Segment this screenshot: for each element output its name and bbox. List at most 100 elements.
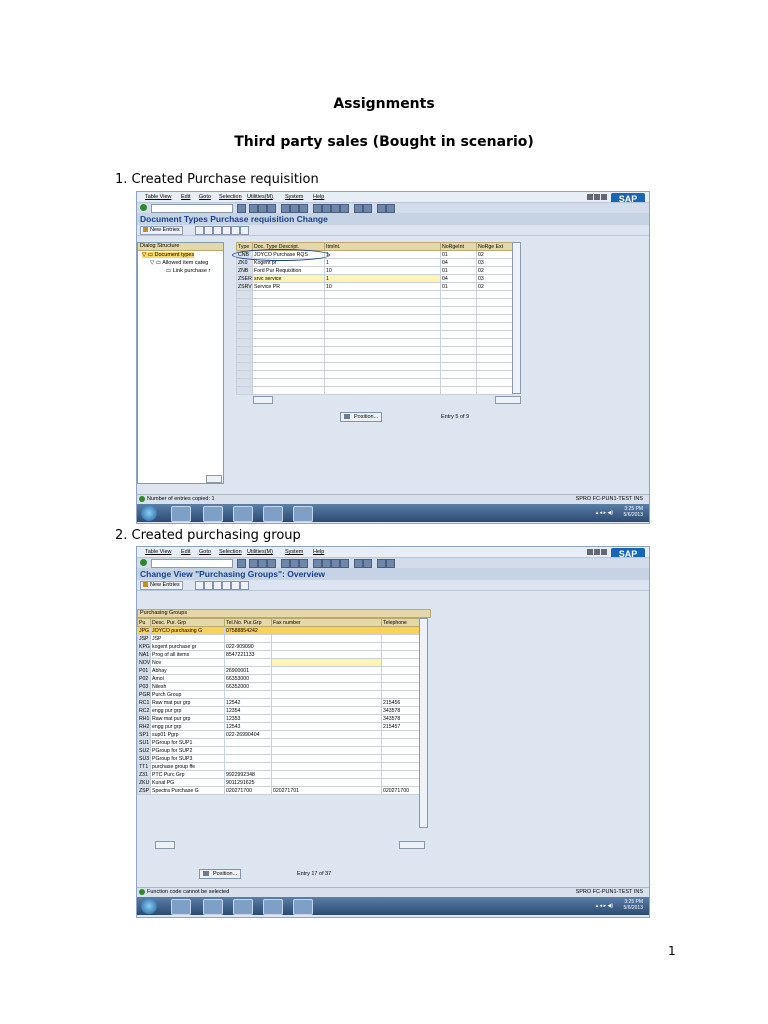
table-row[interactable]: KPG kogent purchase gr 022-909090 xyxy=(137,642,420,651)
table-cell[interactable]: 9922992348 xyxy=(224,770,272,779)
table-cell[interactable] xyxy=(440,314,477,323)
table-vertical-scrollbar[interactable] xyxy=(512,242,521,394)
table-cell[interactable] xyxy=(271,714,382,723)
table-cell[interactable] xyxy=(440,306,477,315)
table-cell[interactable] xyxy=(271,738,382,747)
cancel-icon[interactable] xyxy=(267,559,276,568)
select-all-icon[interactable] xyxy=(222,226,231,235)
table-cell[interactable]: 66353000 xyxy=(224,674,272,683)
undo-icon[interactable] xyxy=(213,226,222,235)
back-icon[interactable] xyxy=(249,204,258,213)
table-cell[interactable]: Abhay xyxy=(150,666,225,675)
table-cell[interactable]: SU2 xyxy=(137,746,151,755)
save-icon[interactable] xyxy=(237,204,246,213)
table-cell[interactable] xyxy=(271,650,382,659)
table-cell[interactable] xyxy=(381,690,420,699)
table-cell[interactable] xyxy=(476,290,513,299)
table-cell[interactable]: 01 xyxy=(440,282,477,291)
table-cell[interactable]: engg pur grp xyxy=(150,706,225,715)
table-cell[interactable] xyxy=(252,386,325,395)
table-row[interactable]: PGR Purch Group xyxy=(137,690,420,699)
table-cell[interactable]: 03 xyxy=(476,258,513,267)
table-cell[interactable] xyxy=(324,354,441,363)
table-cell[interactable] xyxy=(271,698,382,707)
tree-horizontal-scrollbar[interactable] xyxy=(206,475,222,483)
table-cell[interactable]: ZSP xyxy=(137,786,151,795)
table-cell[interactable] xyxy=(224,738,272,747)
table-cell[interactable] xyxy=(252,370,325,379)
table-cell[interactable]: 343578 xyxy=(381,714,420,723)
ie-icon[interactable] xyxy=(171,899,191,915)
table-row[interactable]: P02 Amol 66353000 xyxy=(137,674,420,683)
table-row[interactable] xyxy=(236,354,513,363)
table-cell[interactable] xyxy=(440,370,477,379)
table-cell[interactable] xyxy=(271,634,382,643)
table-cell[interactable] xyxy=(381,754,420,763)
table-cell[interactable] xyxy=(271,674,382,683)
table-cell[interactable]: PGroup for SUP3 xyxy=(150,754,225,763)
copy-icon[interactable] xyxy=(195,226,204,235)
table-row[interactable]: JPG JOYCO purchasing G 07588854242 xyxy=(137,626,420,635)
table-cell[interactable]: 022-26990404 xyxy=(224,730,272,739)
select-all-icon[interactable] xyxy=(222,581,231,590)
table-cell[interactable] xyxy=(252,322,325,331)
table-cell[interactable] xyxy=(236,370,253,379)
column-header[interactable]: Tel.No. Pur.Grp xyxy=(224,618,272,627)
prev-page-icon[interactable] xyxy=(322,559,331,568)
table-cell[interactable] xyxy=(271,658,382,667)
table-row[interactable]: SU2 PGroup for SUP2 xyxy=(137,746,420,755)
table-row[interactable]: SP1 sup01 Pgrp 022-26990404 xyxy=(137,730,420,739)
table-cell[interactable]: PGR xyxy=(137,690,151,699)
table-cell[interactable] xyxy=(224,658,272,667)
table-cell[interactable] xyxy=(476,306,513,315)
table-cell[interactable]: 26900001 xyxy=(224,666,272,675)
table-row[interactable]: ZNB Ford Pur Requisition 10 01 02 xyxy=(236,266,513,275)
menu-table-view[interactable]: Table View xyxy=(145,194,172,200)
table-cell[interactable]: 01 xyxy=(440,250,477,259)
table-cell[interactable] xyxy=(476,386,513,395)
table-cell[interactable] xyxy=(324,370,441,379)
table-cell[interactable] xyxy=(224,762,272,771)
table-cell[interactable]: 215457 xyxy=(381,722,420,731)
table-cell[interactable] xyxy=(271,642,382,651)
table-cell[interactable] xyxy=(324,378,441,387)
table-cell[interactable] xyxy=(476,354,513,363)
table-cell[interactable] xyxy=(381,682,420,691)
table-cell[interactable]: 66352000 xyxy=(224,682,272,691)
table-cell[interactable]: 12354 xyxy=(224,706,272,715)
table-cell[interactable] xyxy=(236,322,253,331)
menu-help[interactable]: Help xyxy=(313,194,324,200)
deselect-all-icon[interactable] xyxy=(240,581,249,590)
select-block-icon[interactable] xyxy=(231,581,240,590)
menu-edit[interactable]: Edit xyxy=(181,194,190,200)
first-page-icon[interactable] xyxy=(313,559,322,568)
back-icon[interactable] xyxy=(249,559,258,568)
menu-help[interactable]: Help xyxy=(313,549,324,555)
table-row[interactable] xyxy=(236,378,513,387)
table-row[interactable]: JSP JSP xyxy=(137,634,420,643)
menu-utilities[interactable]: Utilities(M) xyxy=(247,194,273,200)
table-cell[interactable] xyxy=(440,378,477,387)
table-cell[interactable]: Purch Group xyxy=(150,690,225,699)
table-cell[interactable] xyxy=(236,338,253,347)
table-cell[interactable]: Service PR xyxy=(252,282,325,291)
table-cell[interactable]: SU3 xyxy=(137,754,151,763)
table-vertical-scrollbar[interactable] xyxy=(419,618,428,828)
table-cell[interactable]: 04 xyxy=(440,258,477,267)
table-cell[interactable] xyxy=(236,362,253,371)
table-row[interactable] xyxy=(236,338,513,347)
table-cell[interactable] xyxy=(381,674,420,683)
ie-icon[interactable] xyxy=(171,506,191,522)
table-cell[interactable] xyxy=(271,722,382,731)
table-row[interactable]: RC1 Raw mat pur grp 12542 215456 xyxy=(137,698,420,707)
find-next-icon[interactable] xyxy=(299,559,308,568)
table-cell[interactable] xyxy=(324,314,441,323)
table-cell[interactable] xyxy=(271,746,382,755)
table-cell[interactable]: 020271701 xyxy=(271,786,382,795)
table-cell[interactable]: JPG xyxy=(137,626,151,635)
table-horizontal-scroll-right[interactable] xyxy=(399,841,425,849)
table-cell[interactable] xyxy=(440,346,477,355)
help-icon[interactable] xyxy=(377,559,386,568)
table-cell[interactable] xyxy=(440,386,477,395)
table-cell[interactable] xyxy=(324,306,441,315)
